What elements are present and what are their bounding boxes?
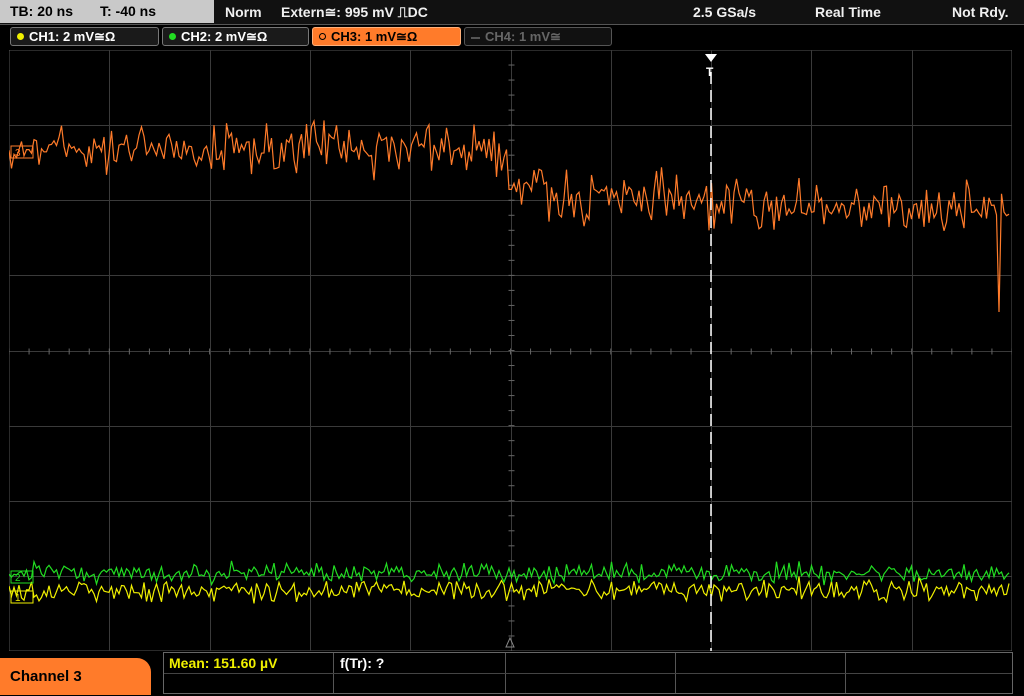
realtime-mode[interactable]: Real Time <box>815 0 881 24</box>
channel-bar: CH1: 2 mV≅Ω CH2: 2 mV≅Ω CH3: 1 mV≅Ω CH4:… <box>0 25 1024 49</box>
channel-3-button[interactable]: CH3: 1 mV≅Ω <box>312 27 461 46</box>
channel-2-button[interactable]: CH2: 2 mV≅Ω <box>162 27 309 46</box>
frequency-value: f(Tr): ? <box>340 655 385 671</box>
trigger-t-label: T <box>706 65 714 79</box>
svg-text:2: 2 <box>15 573 21 584</box>
channel-1-button[interactable]: CH1: 2 mV≅Ω <box>10 27 159 46</box>
timebase-readout[interactable]: TB: 20 ns <box>10 0 73 23</box>
trigger-source[interactable]: Extern≅: 995 mV ⎍DC <box>281 0 428 24</box>
channel-4-button[interactable]: CH4: 1 mV≅ <box>464 27 612 46</box>
waveform-display[interactable]: T 3 2 1 <box>9 50 1012 651</box>
ch1-label: CH1: 2 mV≅Ω <box>29 29 116 44</box>
svg-text:1: 1 <box>15 593 21 604</box>
ch3-label: CH3: 1 mV≅Ω <box>331 29 418 44</box>
meas-divider <box>164 673 1012 674</box>
measurement-bar: Channel 3 Mean: 151.60 µV f(Tr): ? <box>0 652 1024 695</box>
timebase-box[interactable]: TB: 20 ns T: -40 ns <box>0 0 214 23</box>
acquisition-status: Not Rdy. <box>952 4 1009 20</box>
acquisition-mode[interactable]: Norm <box>225 0 262 24</box>
mean-value: Mean: 151.60 µV <box>169 655 278 671</box>
status-bar: TB: 20 ns T: -40 ns Norm Extern≅: 995 mV… <box>0 0 1024 25</box>
sample-rate[interactable]: 2.5 GSa/s <box>693 0 756 24</box>
svg-text:3: 3 <box>15 148 21 159</box>
ch4-label: CH4: 1 mV≅ <box>485 29 561 44</box>
ch3-indicator-icon <box>319 33 326 41</box>
channel-3-tab[interactable]: Channel 3 <box>0 658 151 695</box>
ch2-indicator-icon <box>169 33 176 41</box>
ch4-off-icon <box>471 36 480 39</box>
trigger-position-readout[interactable]: T: -40 ns <box>100 0 156 23</box>
ch2-label: CH2: 2 mV≅Ω <box>181 29 268 44</box>
ch1-indicator-icon <box>17 33 24 41</box>
measurement-table: Mean: 151.60 µV f(Tr): ? <box>163 652 1013 694</box>
